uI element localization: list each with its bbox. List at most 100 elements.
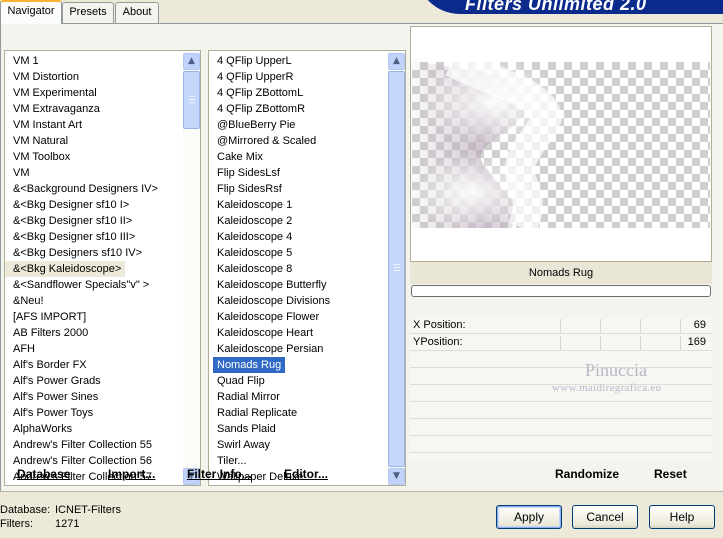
filter-item-label: Radial Mirror — [217, 391, 280, 403]
database-button[interactable]: Database — [17, 467, 70, 481]
filter-item[interactable]: Nomads Rug — [209, 357, 387, 373]
category-item[interactable]: VM Toolbox — [5, 149, 182, 165]
category-list[interactable]: VM 1 VM Distortion VM Experimental VM Extra… — [4, 50, 201, 486]
filter-item[interactable]: Kaleidoscope 5 — [209, 245, 387, 261]
filter-item[interactable]: Kaleidoscope Butterfly — [209, 277, 387, 293]
category-item[interactable]: VM Experimental — [5, 85, 182, 101]
param-row-empty — [410, 403, 712, 419]
category-item[interactable]: Alf's Power Grads — [5, 373, 182, 389]
cancel-button[interactable]: Cancel — [572, 505, 638, 529]
filter-item[interactable]: 4 QFlip UpperL — [209, 53, 387, 69]
param-label: X Position: — [413, 319, 466, 331]
category-item[interactable]: Alf's Power Sines — [5, 389, 182, 405]
tab-presets[interactable]: Presets — [62, 2, 114, 23]
category-item[interactable]: VM Distortion — [5, 69, 182, 85]
category-item[interactable]: AFH — [5, 341, 182, 357]
filter-item-label: Nomads Rug — [213, 357, 286, 373]
filter-item[interactable]: Swirl Away — [209, 437, 387, 453]
category-scroll-thumb[interactable] — [183, 71, 200, 129]
filter-item[interactable]: Kaleidoscope Heart — [209, 325, 387, 341]
scroll-down-icon[interactable]: ▼ — [388, 468, 405, 485]
filter-scrollbar[interactable]: ▲ ▼ — [388, 51, 405, 485]
filter-item-label: Kaleidoscope 8 — [217, 263, 293, 275]
filter-item[interactable]: Kaleidoscope Divisions — [209, 293, 387, 309]
filter-item[interactable]: 4 QFlip ZBottomL — [209, 85, 387, 101]
help-button[interactable]: Help — [649, 505, 715, 529]
category-item[interactable]: &Neu! — [5, 293, 182, 309]
filter-item-label: Flip SidesLsf — [217, 167, 280, 179]
filter-item[interactable]: Kaleidoscope 2 — [209, 213, 387, 229]
category-item[interactable]: &<Bkg Designer sf10 III> — [5, 229, 182, 245]
category-item-label: &<Bkg Kaleidoscope> — [5, 261, 126, 277]
category-item[interactable]: Alf's Border FX — [5, 357, 182, 373]
category-item[interactable]: VM Natural — [5, 133, 182, 149]
param-row-x-position[interactable]: X Position: 69 — [410, 318, 712, 334]
category-item-label: Alf's Power Sines — [13, 391, 99, 403]
filter-item-label: @Mirrored & Scaled — [217, 135, 317, 147]
category-item[interactable]: &<Bkg Kaleidoscope> — [5, 261, 182, 277]
param-value: 169 — [687, 336, 706, 348]
category-item[interactable]: VM — [5, 165, 182, 181]
category-item[interactable]: [AFS IMPORT] — [5, 309, 182, 325]
reset-button[interactable]: Reset — [654, 467, 687, 481]
category-item-label: AB Filters 2000 — [13, 327, 89, 339]
filter-item[interactable]: Kaleidoscope Persian — [209, 341, 387, 357]
scroll-up-icon[interactable]: ▲ — [183, 53, 200, 70]
category-item[interactable]: VM Extravaganza — [5, 101, 182, 117]
filter-item[interactable]: Sands Plaid — [209, 421, 387, 437]
filter-info-button[interactable]: Filter Info... — [187, 467, 252, 481]
filter-item-label: Cake Mix — [217, 151, 263, 163]
category-item-label: VM 1 — [13, 55, 39, 67]
category-item[interactable]: Andrew's Filter Collection 55 — [5, 437, 182, 453]
category-item-label: VM Distortion — [13, 71, 80, 83]
param-row-empty — [410, 420, 712, 436]
filter-item-label: Quad Flip — [217, 375, 265, 387]
filter-item[interactable]: 4 QFlip ZBottomR — [209, 101, 387, 117]
param-row-empty — [410, 352, 712, 368]
category-item-label: Alf's Power Grads — [13, 375, 101, 387]
filter-item-label: Kaleidoscope Flower — [217, 311, 320, 323]
category-item[interactable]: AlphaWorks — [5, 421, 182, 437]
category-item-label: &<Bkg Designer sf10 II> — [13, 215, 133, 227]
category-scrollbar[interactable]: ▲ ▼ — [183, 51, 200, 485]
filter-item[interactable]: Quad Flip — [209, 373, 387, 389]
filter-item[interactable]: Radial Replicate — [209, 405, 387, 421]
filter-item[interactable]: Kaleidoscope 4 — [209, 229, 387, 245]
apply-button[interactable]: Apply — [496, 505, 562, 529]
category-item[interactable]: Alf's Power Toys — [5, 405, 182, 421]
category-item[interactable]: &<Bkg Designer sf10 I> — [5, 197, 182, 213]
category-item-label: VM Experimental — [13, 87, 97, 99]
filter-item[interactable]: Flip SidesRsf — [209, 181, 387, 197]
filter-scroll-thumb[interactable] — [388, 71, 405, 467]
watermark-name: Pinuccia — [585, 360, 647, 380]
filter-item[interactable]: @BlueBerry Pie — [209, 117, 387, 133]
filter-item[interactable]: Kaleidoscope 1 — [209, 197, 387, 213]
filter-item[interactable]: Kaleidoscope 8 — [209, 261, 387, 277]
category-item-label: &<Bkg Designers sf10 IV> — [13, 247, 143, 259]
filter-item[interactable]: Kaleidoscope Flower — [209, 309, 387, 325]
filter-item[interactable]: Cake Mix — [209, 149, 387, 165]
filter-list[interactable]: 4 QFlip UpperL 4 QFlip UpperR 4 QFlip ZBot… — [208, 50, 406, 486]
category-item[interactable]: VM Instant Art — [5, 117, 182, 133]
tab-about[interactable]: About — [115, 2, 159, 23]
category-item[interactable]: VM 1 — [5, 53, 182, 69]
filter-item-label: 4 QFlip ZBottomR — [217, 103, 306, 115]
category-item[interactable]: &<Background Designers IV> — [5, 181, 182, 197]
import-button[interactable]: Import... — [108, 467, 155, 481]
editor-button[interactable]: Editor... — [284, 467, 328, 481]
tab-navigator[interactable]: Navigator — [0, 0, 62, 24]
category-item[interactable]: &<Sandflower Specials"v" > — [5, 277, 182, 293]
filter-item[interactable]: Radial Mirror — [209, 389, 387, 405]
category-item[interactable]: &<Bkg Designers sf10 IV> — [5, 245, 182, 261]
filter-item[interactable]: Flip SidesLsf — [209, 165, 387, 181]
filter-item[interactable]: 4 QFlip UpperR — [209, 69, 387, 85]
category-list-items: VM 1 VM Distortion VM Experimental VM Extra… — [5, 53, 182, 485]
category-item[interactable]: &<Bkg Designer sf10 II> — [5, 213, 182, 229]
scroll-up-icon[interactable]: ▲ — [388, 53, 405, 70]
randomize-button[interactable]: Randomize — [555, 467, 619, 481]
filter-item[interactable]: @Mirrored & Scaled — [209, 133, 387, 149]
category-item[interactable]: AB Filters 2000 — [5, 325, 182, 341]
footer-divider — [0, 491, 723, 492]
filter-item-label: Radial Replicate — [217, 407, 298, 419]
param-row-y-position[interactable]: YPosition: 169 — [410, 335, 712, 351]
